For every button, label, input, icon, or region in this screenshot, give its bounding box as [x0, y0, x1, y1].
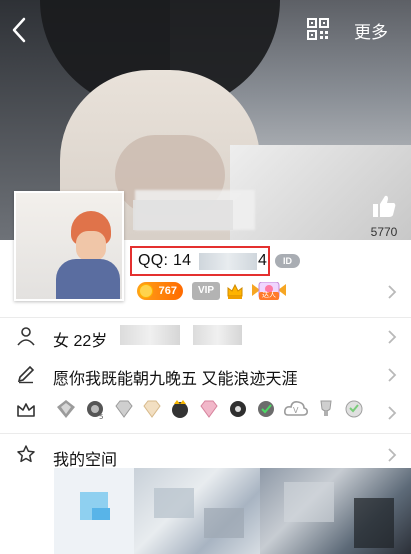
medal-icon[interactable] — [343, 398, 365, 420]
vip-badge[interactable]: VIP — [192, 282, 220, 300]
chevron-right-icon[interactable] — [387, 447, 397, 463]
like-button[interactable]: 5770 — [367, 193, 401, 239]
qr-code-icon[interactable] — [307, 18, 329, 40]
avatar-face — [76, 231, 106, 261]
medal-icon[interactable] — [255, 398, 277, 420]
nickname-blurred — [133, 200, 233, 230]
crown-badge-icon[interactable] — [226, 282, 244, 300]
star-talent-badge[interactable]: 达人 — [250, 281, 288, 300]
person-icon — [16, 326, 36, 346]
qq-number-tail: 4 — [258, 252, 267, 269]
qq-number-label: QQ: 14 — [138, 252, 192, 269]
more-button[interactable]: 更多 — [354, 18, 388, 43]
space-preview-thumbnails[interactable] — [54, 468, 411, 554]
like-count: 5770 — [370, 225, 398, 239]
medal-icon[interactable] — [227, 398, 249, 420]
star-outline-icon — [16, 444, 36, 464]
signature-text[interactable]: 愿你我既能朝九晚五 又能浪迹天涯 — [53, 365, 297, 389]
divider — [0, 317, 411, 318]
my-space-label[interactable]: 我的空间 — [53, 446, 117, 470]
back-icon[interactable] — [8, 16, 32, 44]
avatar-body — [56, 259, 120, 299]
divider — [0, 433, 411, 434]
thumbs-up-icon — [373, 195, 396, 217]
avatar[interactable] — [14, 191, 124, 301]
diamond-icon[interactable] — [198, 398, 220, 420]
trophy-icon[interactable] — [315, 398, 337, 420]
coin-icon — [139, 284, 153, 298]
svg-text:V: V — [293, 406, 299, 415]
chevron-right-icon[interactable] — [387, 405, 397, 421]
gender-age-text: 女 22岁 — [53, 333, 108, 350]
level-badge[interactable]: 767 — [137, 282, 183, 300]
qq-number-mask — [199, 253, 257, 270]
id-badge[interactable]: ID — [275, 254, 300, 268]
crown-outline-icon — [16, 400, 36, 420]
medal-icon[interactable] — [169, 398, 191, 420]
chevron-right-icon[interactable] — [387, 284, 397, 300]
location-blurred — [120, 325, 180, 345]
medal-icon[interactable]: 5 — [84, 398, 106, 421]
chevron-right-icon[interactable] — [387, 367, 397, 383]
diamond-icon[interactable] — [113, 398, 135, 420]
medal-icon[interactable] — [55, 398, 77, 420]
diamond-icon[interactable] — [141, 398, 163, 420]
svg-text:5: 5 — [99, 413, 103, 420]
chevron-right-icon[interactable] — [387, 329, 397, 345]
extra-info-blurred — [193, 325, 242, 345]
pencil-icon — [16, 364, 36, 384]
verified-cloud-icon[interactable]: V — [283, 398, 309, 420]
